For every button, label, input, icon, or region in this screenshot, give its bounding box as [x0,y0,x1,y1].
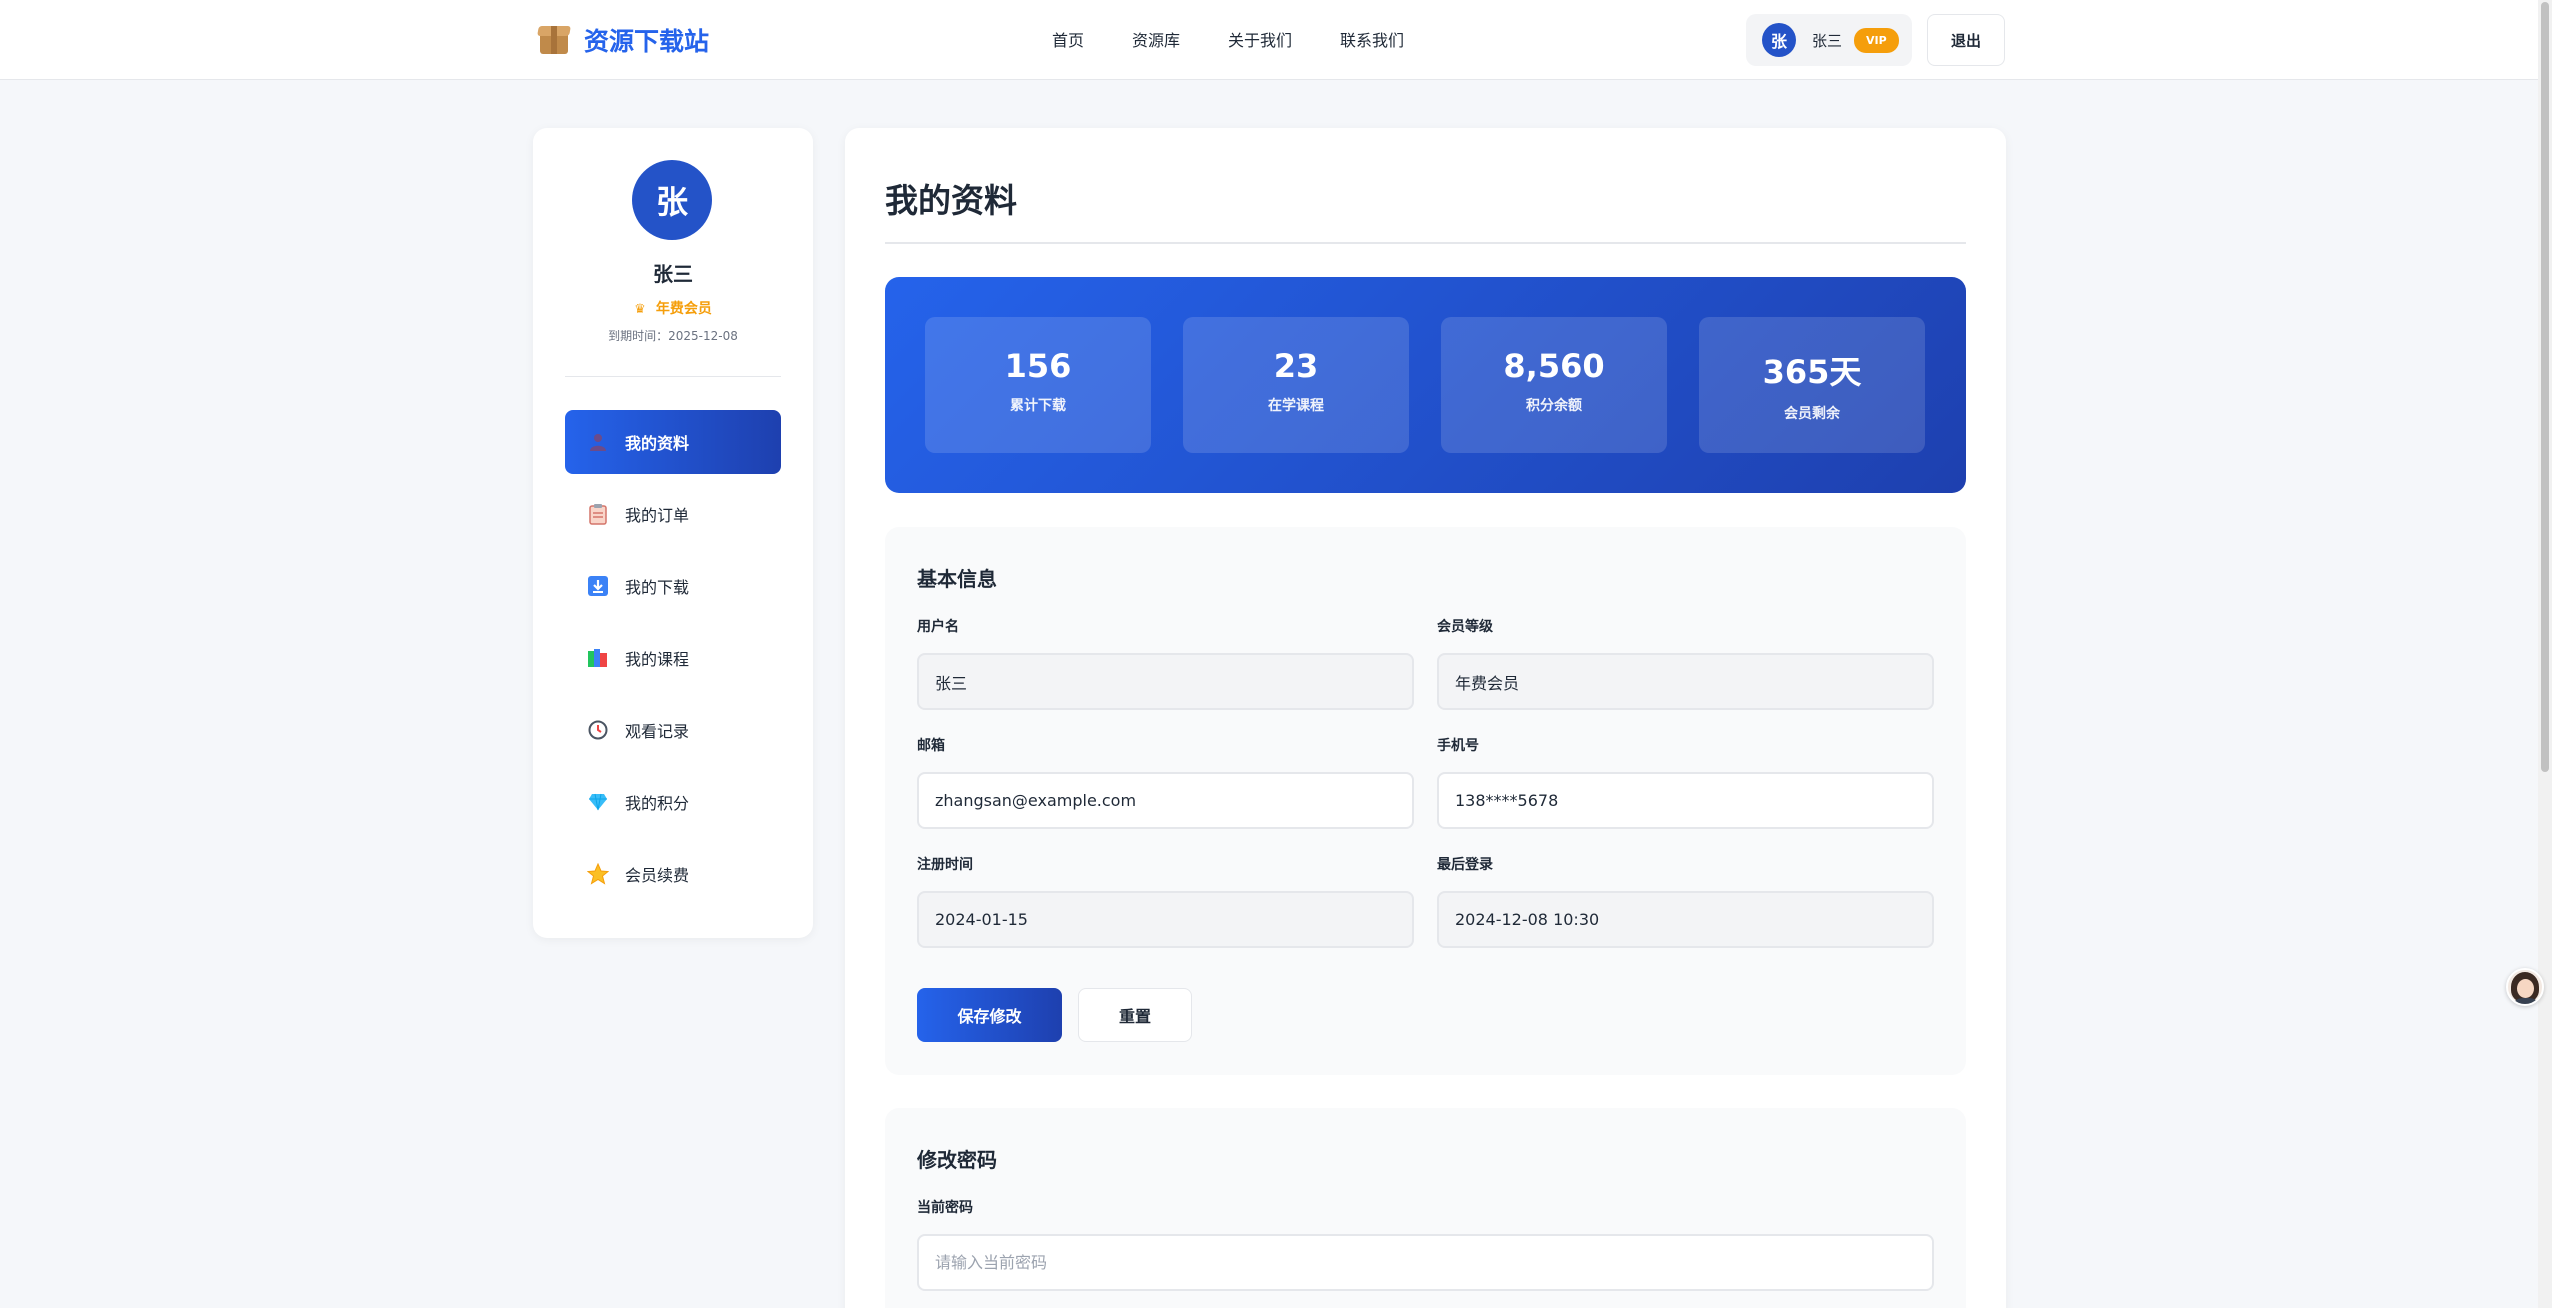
site-logo[interactable]: 资源下载站 [537,22,710,58]
crown-icon: ♛ [634,302,646,317]
stat-value: 23 [1273,347,1319,385]
username-label: 用户名 [917,619,959,635]
phone-field[interactable] [1437,772,1934,829]
current-password-field[interactable] [917,1234,1934,1291]
page-title: 我的资料 [885,181,1017,220]
stat-card-points: 8,560 积分余额 [1441,317,1667,453]
member-level-label: 年费会员 [655,301,712,317]
last-login-label: 最后登录 [1437,857,1493,873]
phone-label: 手机号 [1437,738,1479,754]
star-icon [587,863,609,885]
stat-value: 156 [1004,347,1072,385]
avatar: 张 [1762,23,1796,57]
stat-card-membership: 365天 会员剩余 [1699,317,1925,453]
stat-value: 8,560 [1503,347,1605,385]
divider [885,242,1966,244]
save-button[interactable]: 保存修改 [917,988,1062,1042]
profile-name: 张三 [653,262,693,286]
sidebar-item-points[interactable]: 我的积分 [565,770,781,834]
sidebar-item-orders[interactable]: 我的订单 [565,482,781,546]
diamond-icon [587,791,609,813]
email-label: 邮箱 [917,738,945,754]
divider [565,376,781,377]
last-login-field[interactable] [1437,891,1934,948]
user-menu[interactable]: 张 张三 VIP [1746,14,1912,66]
stats-banner: 156 累计下载 23 在学课程 8,560 积分余额 365天 会员剩余 [885,277,1966,493]
vip-badge: VIP [1854,27,1899,53]
sidebar-item-history[interactable]: 观看记录 [565,698,781,762]
sidebar-item-courses[interactable]: 我的课程 [565,626,781,690]
stat-label: 积分余额 [1526,398,1582,414]
header-user-name: 张三 [1812,31,1843,50]
sidebar-item-label: 我的订单 [625,506,690,525]
main-content: 我的资料 156 累计下载 23 在学课程 8,560 积分余额 365天 会员… [845,128,2006,1308]
section-title: 修改密码 [917,1148,997,1172]
email-field[interactable] [917,772,1414,829]
profile-sidebar: 张 张三 ♛ 年费会员 到期时间：2025-12-08 我的资料 我的订单 我的下… [533,128,813,938]
nav-contact[interactable]: 联系我们 [1340,27,1404,51]
clipboard-icon [587,503,609,525]
sidebar-item-label: 我的资料 [625,434,690,453]
download-icon [587,575,609,597]
expire-date: 到期时间：2025-12-08 [608,329,738,343]
stat-label: 累计下载 [1010,398,1066,414]
main-nav: 首页 资源库 关于我们 联系我们 [1052,27,1452,51]
register-time-label: 注册时间 [917,857,973,873]
stat-label: 会员剩余 [1784,406,1840,422]
assistant-avatar-button[interactable] [2506,968,2544,1006]
basic-info-section: 基本信息 用户名 会员等级 邮箱 手机号 注册时间 最后登录 保存修改 重置 [885,527,1966,1075]
stat-card-courses: 23 在学课程 [1183,317,1409,453]
profile-avatar: 张 [632,160,712,240]
nav-about[interactable]: 关于我们 [1228,27,1292,51]
sidebar-item-downloads[interactable]: 我的下载 [565,554,781,618]
scrollbar-thumb[interactable] [2541,2,2549,772]
current-password-label: 当前密码 [917,1200,973,1216]
username-field[interactable] [917,653,1414,710]
register-time-field[interactable] [917,891,1414,948]
sidebar-item-renew[interactable]: 会员续费 [565,842,781,906]
stat-label: 在学课程 [1268,398,1324,414]
section-title: 基本信息 [917,567,997,591]
sidebar-item-label: 我的下载 [625,578,690,597]
sidebar-item-label: 我的积分 [625,794,690,813]
member-level-label: 会员等级 [1437,619,1493,635]
sidebar-item-label: 我的课程 [625,650,690,669]
package-icon [537,24,571,56]
sidebar-item-label: 会员续费 [625,866,690,885]
stat-value: 365天 [1762,353,1862,391]
member-level-field[interactable] [1437,653,1934,710]
sidebar-item-label: 观看记录 [625,722,690,741]
stat-card-downloads: 156 累计下载 [925,317,1151,453]
books-icon [587,647,609,669]
clock-icon [587,719,609,741]
sidebar-menu: 我的资料 我的订单 我的下载 我的课程 观看记录 我的积分 会员续费 [565,410,781,914]
logout-button[interactable]: 退出 [1927,14,2005,66]
change-password-section: 修改密码 当前密码 [885,1108,1966,1308]
top-header: 资源下载站 首页 资源库 关于我们 联系我们 张 张三 VIP 退出 [0,0,2538,80]
member-level: ♛ 年费会员 [533,298,813,318]
nav-resources[interactable]: 资源库 [1132,27,1180,51]
sidebar-item-profile[interactable]: 我的资料 [565,410,781,474]
user-icon [587,431,609,453]
site-name: 资源下载站 [584,27,710,56]
reset-button[interactable]: 重置 [1078,988,1192,1042]
nav-home[interactable]: 首页 [1052,27,1084,51]
